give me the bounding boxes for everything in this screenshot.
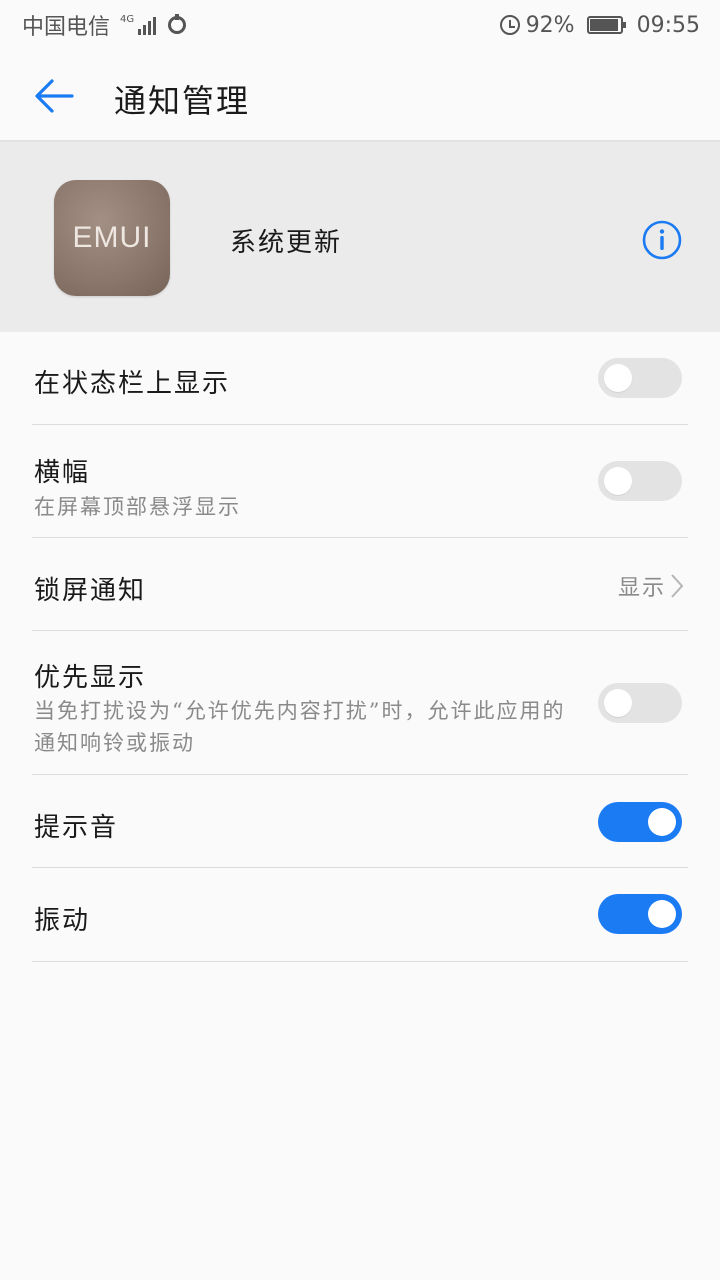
setting-sound[interactable]: 提示音 [32, 775, 688, 868]
back-button[interactable] [30, 72, 78, 120]
page-title: 通知管理 [114, 82, 251, 120]
banner-toggle[interactable] [598, 461, 682, 501]
toggle-knob [604, 689, 632, 717]
battery-percent: 92% [525, 12, 575, 38]
battery-fill [589, 19, 618, 31]
setting-banner[interactable]: 横幅 在屏幕顶部悬浮显示 [32, 425, 688, 538]
info-circle-icon [642, 220, 682, 260]
setting-subtitle: 在屏幕顶部悬浮显示 [34, 495, 241, 519]
toggle-knob [648, 808, 676, 836]
app-header: EMUI 系统更新 [0, 142, 720, 332]
setting-vibration[interactable]: 振动 [32, 868, 688, 962]
app-bar: 通知管理 [0, 50, 720, 142]
settings-list: 在状态栏上显示 横幅 在屏幕顶部悬浮显示 锁屏通知 显示 优先显示 当免打扰设为… [0, 332, 720, 962]
status-right: 92% 09:55 [499, 12, 700, 38]
battery-icon [586, 16, 626, 34]
do-not-disturb-icon [168, 14, 187, 34]
signal-icon: 4G [120, 14, 157, 35]
setting-priority[interactable]: 优先显示 当免打扰设为“允许优先内容打扰”时，允许此应用的通知响铃或振动 [32, 631, 688, 775]
setting-status-bar-display[interactable]: 在状态栏上显示 [32, 332, 688, 425]
app-icon-label: EMUI [72, 221, 152, 254]
app-info-button[interactable] [642, 220, 682, 260]
sound-toggle[interactable] [598, 802, 682, 842]
setting-title: 优先显示 [34, 663, 147, 693]
toggle-knob [648, 900, 676, 928]
setting-lock-screen[interactable]: 锁屏通知 显示 [32, 538, 688, 631]
status-left: 中国电信 4G [22, 9, 187, 41]
priority-toggle[interactable] [598, 683, 682, 723]
setting-title: 在状态栏上显示 [34, 369, 231, 399]
app-name: 系统更新 [230, 228, 343, 258]
app-icon: EMUI [54, 180, 170, 296]
alarm-clock-icon [499, 15, 520, 35]
clock-time: 09:55 [636, 12, 700, 38]
setting-title: 锁屏通知 [34, 576, 147, 606]
setting-title: 提示音 [34, 813, 119, 843]
chevron-right-icon [671, 574, 684, 598]
toggle-knob [604, 467, 632, 495]
setting-title: 横幅 [34, 458, 91, 488]
network-type: 4G [120, 14, 135, 25]
toggle-knob [604, 364, 632, 392]
arrow-left-icon [35, 79, 74, 113]
carrier-name: 中国电信 [22, 15, 111, 40]
status-bar-display-toggle[interactable] [598, 358, 682, 398]
vibration-toggle[interactable] [598, 894, 682, 934]
status-bar: 中国电信 4G 92% 09:55 [0, 0, 720, 50]
lock-screen-value: 显示 [618, 570, 684, 602]
lock-screen-value-text: 显示 [617, 576, 666, 601]
setting-title: 振动 [34, 906, 91, 936]
setting-subtitle: 当免打扰设为“允许优先内容打扰”时，允许此应用的通知响铃或振动 [34, 699, 566, 755]
